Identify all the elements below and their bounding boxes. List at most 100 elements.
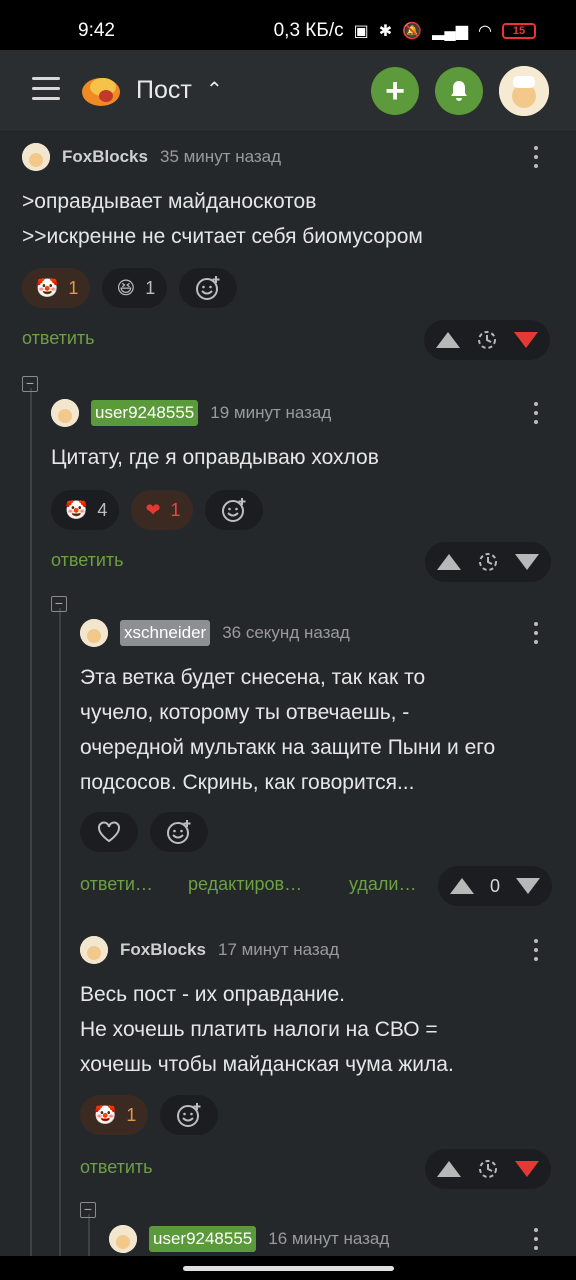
comment-text: Весь пост - их оправдание. Не хочешь пла…: [80, 983, 454, 1076]
comment-author[interactable]: user9248555: [149, 1226, 257, 1252]
reaction-clown[interactable]: 🤡 1: [22, 268, 91, 308]
comment-header: xschneider 36 секунд назад: [80, 618, 350, 648]
add-reaction-button[interactable]: [150, 812, 208, 852]
navigation-bar: [0, 1256, 576, 1280]
reply-link[interactable]: ответить: [80, 1157, 153, 1178]
delete-link[interactable]: удали…: [349, 874, 416, 895]
laugh-emoji: 😆: [116, 277, 136, 298]
comment-text: Цитату, где я оправдываю хохлов: [51, 446, 379, 469]
comment-header: user9248555 16 минут назад: [109, 1224, 389, 1254]
reaction-count: 1: [145, 277, 156, 298]
reaction-count: 1: [126, 1104, 137, 1125]
comment-text: Эта ветка будет снесена, так как то чуче…: [80, 666, 496, 794]
thread-line: [30, 388, 32, 1256]
notifications-button[interactable]: [435, 67, 483, 115]
signal-icon: ▂▄▆: [432, 23, 469, 40]
add-reaction-button[interactable]: [204, 490, 263, 530]
vote-box: [425, 542, 551, 582]
smiley-plus-icon: [167, 820, 191, 844]
profile-avatar[interactable]: [499, 66, 549, 116]
bluetooth-icon: ✱: [378, 23, 393, 40]
clown-emoji: 🤡: [36, 277, 59, 298]
add-reaction-button[interactable]: [179, 268, 238, 308]
like-button[interactable]: [80, 812, 138, 852]
heart-outline-icon: [98, 821, 120, 843]
smiley-plus-icon: [221, 498, 246, 522]
mute-icon: 🔕: [402, 23, 423, 40]
avatar[interactable]: [51, 399, 79, 427]
heart-icon: ❤: [145, 499, 161, 520]
comment: user9248555 19 минут назад Цитату, где я…: [51, 398, 554, 588]
upvote-button[interactable]: [437, 554, 461, 570]
kebab-icon[interactable]: [532, 146, 540, 174]
reactions: [80, 812, 208, 852]
upvote-button[interactable]: [437, 1161, 461, 1177]
downvote-button[interactable]: [516, 878, 541, 894]
reaction-count: 1: [68, 277, 79, 298]
vote-box: 0: [438, 866, 553, 906]
reactions: 🤡 1: [80, 1095, 219, 1135]
comment-author[interactable]: xschneider: [120, 620, 211, 646]
wifi-icon: ◠: [478, 23, 492, 40]
comments-list: − − − FoxBlocks 35 минут назад >оправдыв…: [0, 132, 576, 1256]
reaction-count: 4: [97, 499, 108, 520]
kebab-icon[interactable]: [532, 1228, 540, 1256]
clock-save-icon[interactable]: [477, 1158, 499, 1180]
plus-icon: +: [385, 72, 405, 110]
reaction-clown[interactable]: 🤡 4: [51, 490, 120, 530]
add-reaction-button[interactable]: [160, 1095, 219, 1135]
battery-icon: 15: [502, 23, 536, 39]
upvote-button[interactable]: [450, 878, 474, 894]
comment-author[interactable]: FoxBlocks: [62, 147, 148, 167]
status-icons: 0,3 КБ/с ▣ ✱ 🔕 ▂▄▆ ◠ 15: [274, 20, 536, 42]
collapse-thread-button[interactable]: −: [51, 596, 67, 612]
kebab-icon[interactable]: [532, 402, 540, 430]
hamburger-icon[interactable]: [32, 77, 60, 101]
comment: user9248555 16 минут назад: [109, 1224, 554, 1256]
clock-save-icon[interactable]: [476, 329, 498, 351]
reply-link[interactable]: ответить: [51, 550, 124, 571]
reply-link[interactable]: ответи…: [80, 874, 153, 895]
page-title[interactable]: Пост: [136, 76, 192, 105]
reaction-clown[interactable]: 🤡 1: [80, 1095, 149, 1135]
smiley-plus-icon: [177, 1103, 201, 1127]
network-speed: 0,3 КБ/с: [273, 20, 344, 41]
home-indicator[interactable]: [183, 1266, 394, 1271]
downvote-button[interactable]: [514, 332, 538, 348]
kebab-icon[interactable]: [532, 622, 540, 650]
chevron-up-icon[interactable]: ⌃: [206, 77, 223, 102]
reactions: 🤡 4 ❤ 1: [51, 490, 263, 530]
reaction-heart[interactable]: ❤ 1: [131, 490, 193, 530]
avatar[interactable]: [22, 143, 50, 171]
smiley-plus-icon: [196, 276, 220, 300]
reaction-laugh[interactable]: 😆 1: [102, 268, 168, 308]
comment: xschneider 36 секунд назад Эта ветка буд…: [80, 618, 554, 908]
app-header: Пост ⌃ +: [0, 50, 576, 132]
comment-timestamp: 35 минут назад: [159, 147, 282, 166]
comment-author[interactable]: user9248555: [91, 400, 199, 426]
reply-link[interactable]: ответить: [22, 328, 95, 349]
add-button[interactable]: +: [371, 67, 419, 115]
vote-box: [424, 320, 550, 360]
upvote-button[interactable]: [436, 332, 460, 348]
comment: FoxBlocks 17 минут назад Весь пост - их …: [80, 935, 554, 1195]
thread-line: [59, 608, 61, 1256]
collapse-thread-button[interactable]: −: [22, 376, 38, 392]
downvote-button[interactable]: [515, 554, 539, 570]
avatar[interactable]: [80, 936, 108, 964]
kebab-icon[interactable]: [532, 939, 540, 967]
edit-link[interactable]: редактиров…: [188, 874, 302, 895]
collapse-thread-button[interactable]: −: [80, 1202, 96, 1218]
comment-text: >оправдывает майданоскотов >>искренне не…: [22, 190, 423, 248]
status-bar: 9:42 0,3 КБ/с ▣ ✱ 🔕 ▂▄▆ ◠ 15: [0, 0, 576, 50]
vote-score: 0: [490, 875, 501, 896]
bell-icon: [451, 81, 467, 101]
downvote-button[interactable]: [515, 1161, 539, 1177]
avatar[interactable]: [80, 619, 108, 647]
comment-author[interactable]: FoxBlocks: [120, 940, 206, 960]
avatar[interactable]: [109, 1225, 137, 1253]
nfc-icon: ▣: [353, 23, 369, 40]
clock-save-icon[interactable]: [477, 551, 499, 573]
comment-timestamp: 17 минут назад: [217, 940, 340, 959]
app-logo: [82, 78, 120, 106]
